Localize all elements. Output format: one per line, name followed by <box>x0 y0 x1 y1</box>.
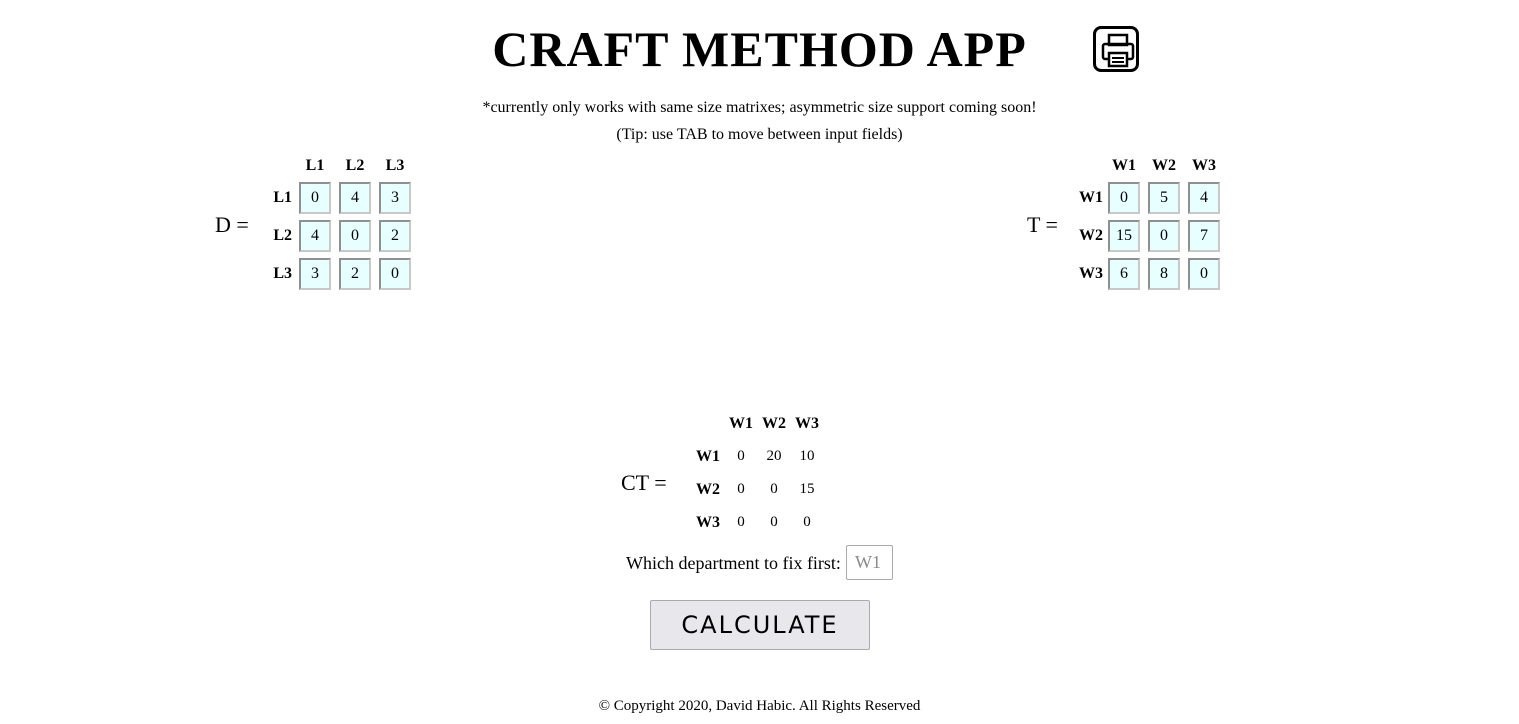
tab-tip: (Tip: use TAB to move between input fiel… <box>616 126 903 143</box>
matrix-d-col-header: L2 <box>345 157 365 174</box>
matrix-d-cell[interactable] <box>299 182 331 214</box>
page-title: CRAFT METHOD APP <box>492 21 1027 77</box>
matrix-ct-col-header: W2 <box>762 415 786 432</box>
matrix-ct-value: 15 <box>799 481 815 497</box>
matrix-ct-value: 0 <box>737 448 745 464</box>
matrix-t-col-header: W1 <box>1112 157 1136 174</box>
matrix-d-row-header: L1 <box>273 189 292 206</box>
matrix-ct-value: 10 <box>799 448 815 464</box>
matrix-d-col-header: L3 <box>385 157 405 174</box>
fix-first-label: Which department to fix first: <box>626 553 841 573</box>
matrix-d-label: D = <box>215 212 249 237</box>
footer-copyright: © Copyright 2020, David Habic. All Right… <box>598 698 921 714</box>
matrix-d-cell[interactable] <box>339 182 371 214</box>
matrix-ct-col-header: W3 <box>795 415 819 432</box>
matrix-ct-col-header: W1 <box>729 415 753 432</box>
matrix-ct-value: 0 <box>770 514 778 530</box>
matrix-ct-value: 0 <box>737 481 745 497</box>
matrix-ct-row-header: W3 <box>696 514 720 531</box>
matrix-d-cell[interactable] <box>299 258 331 290</box>
matrix-t-col-header: W2 <box>1152 157 1176 174</box>
calculate-button[interactable]: CALCULATE <box>650 600 870 650</box>
matrix-t-row-header: W2 <box>1079 227 1103 244</box>
fix-first-input[interactable] <box>846 545 893 580</box>
matrix-d-cell[interactable] <box>379 258 411 290</box>
matrix-d-cell[interactable] <box>339 220 371 252</box>
matrix-d-cell[interactable] <box>379 220 411 252</box>
matrix-t-cell[interactable] <box>1148 182 1180 214</box>
matrix-d-row-header: L2 <box>273 227 292 244</box>
matrix-t-cell[interactable] <box>1108 258 1140 290</box>
matrix-t-cell[interactable] <box>1188 258 1220 290</box>
matrix-t-col-header: W3 <box>1192 157 1216 174</box>
matrix-d-cell[interactable] <box>299 220 331 252</box>
matrix-t-cell[interactable] <box>1148 220 1180 252</box>
matrix-ct-value: 0 <box>803 514 811 530</box>
matrix-t-cell[interactable] <box>1108 220 1140 252</box>
matrix-d-cell[interactable] <box>339 258 371 290</box>
matrix-d-col-header: L1 <box>305 157 325 174</box>
matrix-t-cell[interactable] <box>1188 182 1220 214</box>
matrix-ct-value: 0 <box>737 514 745 530</box>
matrix-d-row-header: L3 <box>273 265 292 282</box>
matrix-ct-row-header: W2 <box>696 481 720 498</box>
print-button[interactable] <box>1093 26 1139 72</box>
matrix-ct-value: 0 <box>770 481 778 497</box>
matrix-t-row-header: W3 <box>1079 265 1103 282</box>
matrix-t-cell[interactable] <box>1108 182 1140 214</box>
matrix-ct-value: 20 <box>766 448 782 464</box>
matrix-t-label: T = <box>1027 212 1058 237</box>
matrix-t-cell[interactable] <box>1188 220 1220 252</box>
matrix-t-row-header: W1 <box>1079 189 1103 206</box>
size-note: *currently only works with same size mat… <box>482 99 1037 116</box>
matrix-d-cell[interactable] <box>379 182 411 214</box>
matrix-ct-label: CT = <box>621 470 667 495</box>
matrix-t-cell[interactable] <box>1148 258 1180 290</box>
printer-icon <box>1101 33 1135 68</box>
matrix-ct-row-header: W1 <box>696 448 720 465</box>
